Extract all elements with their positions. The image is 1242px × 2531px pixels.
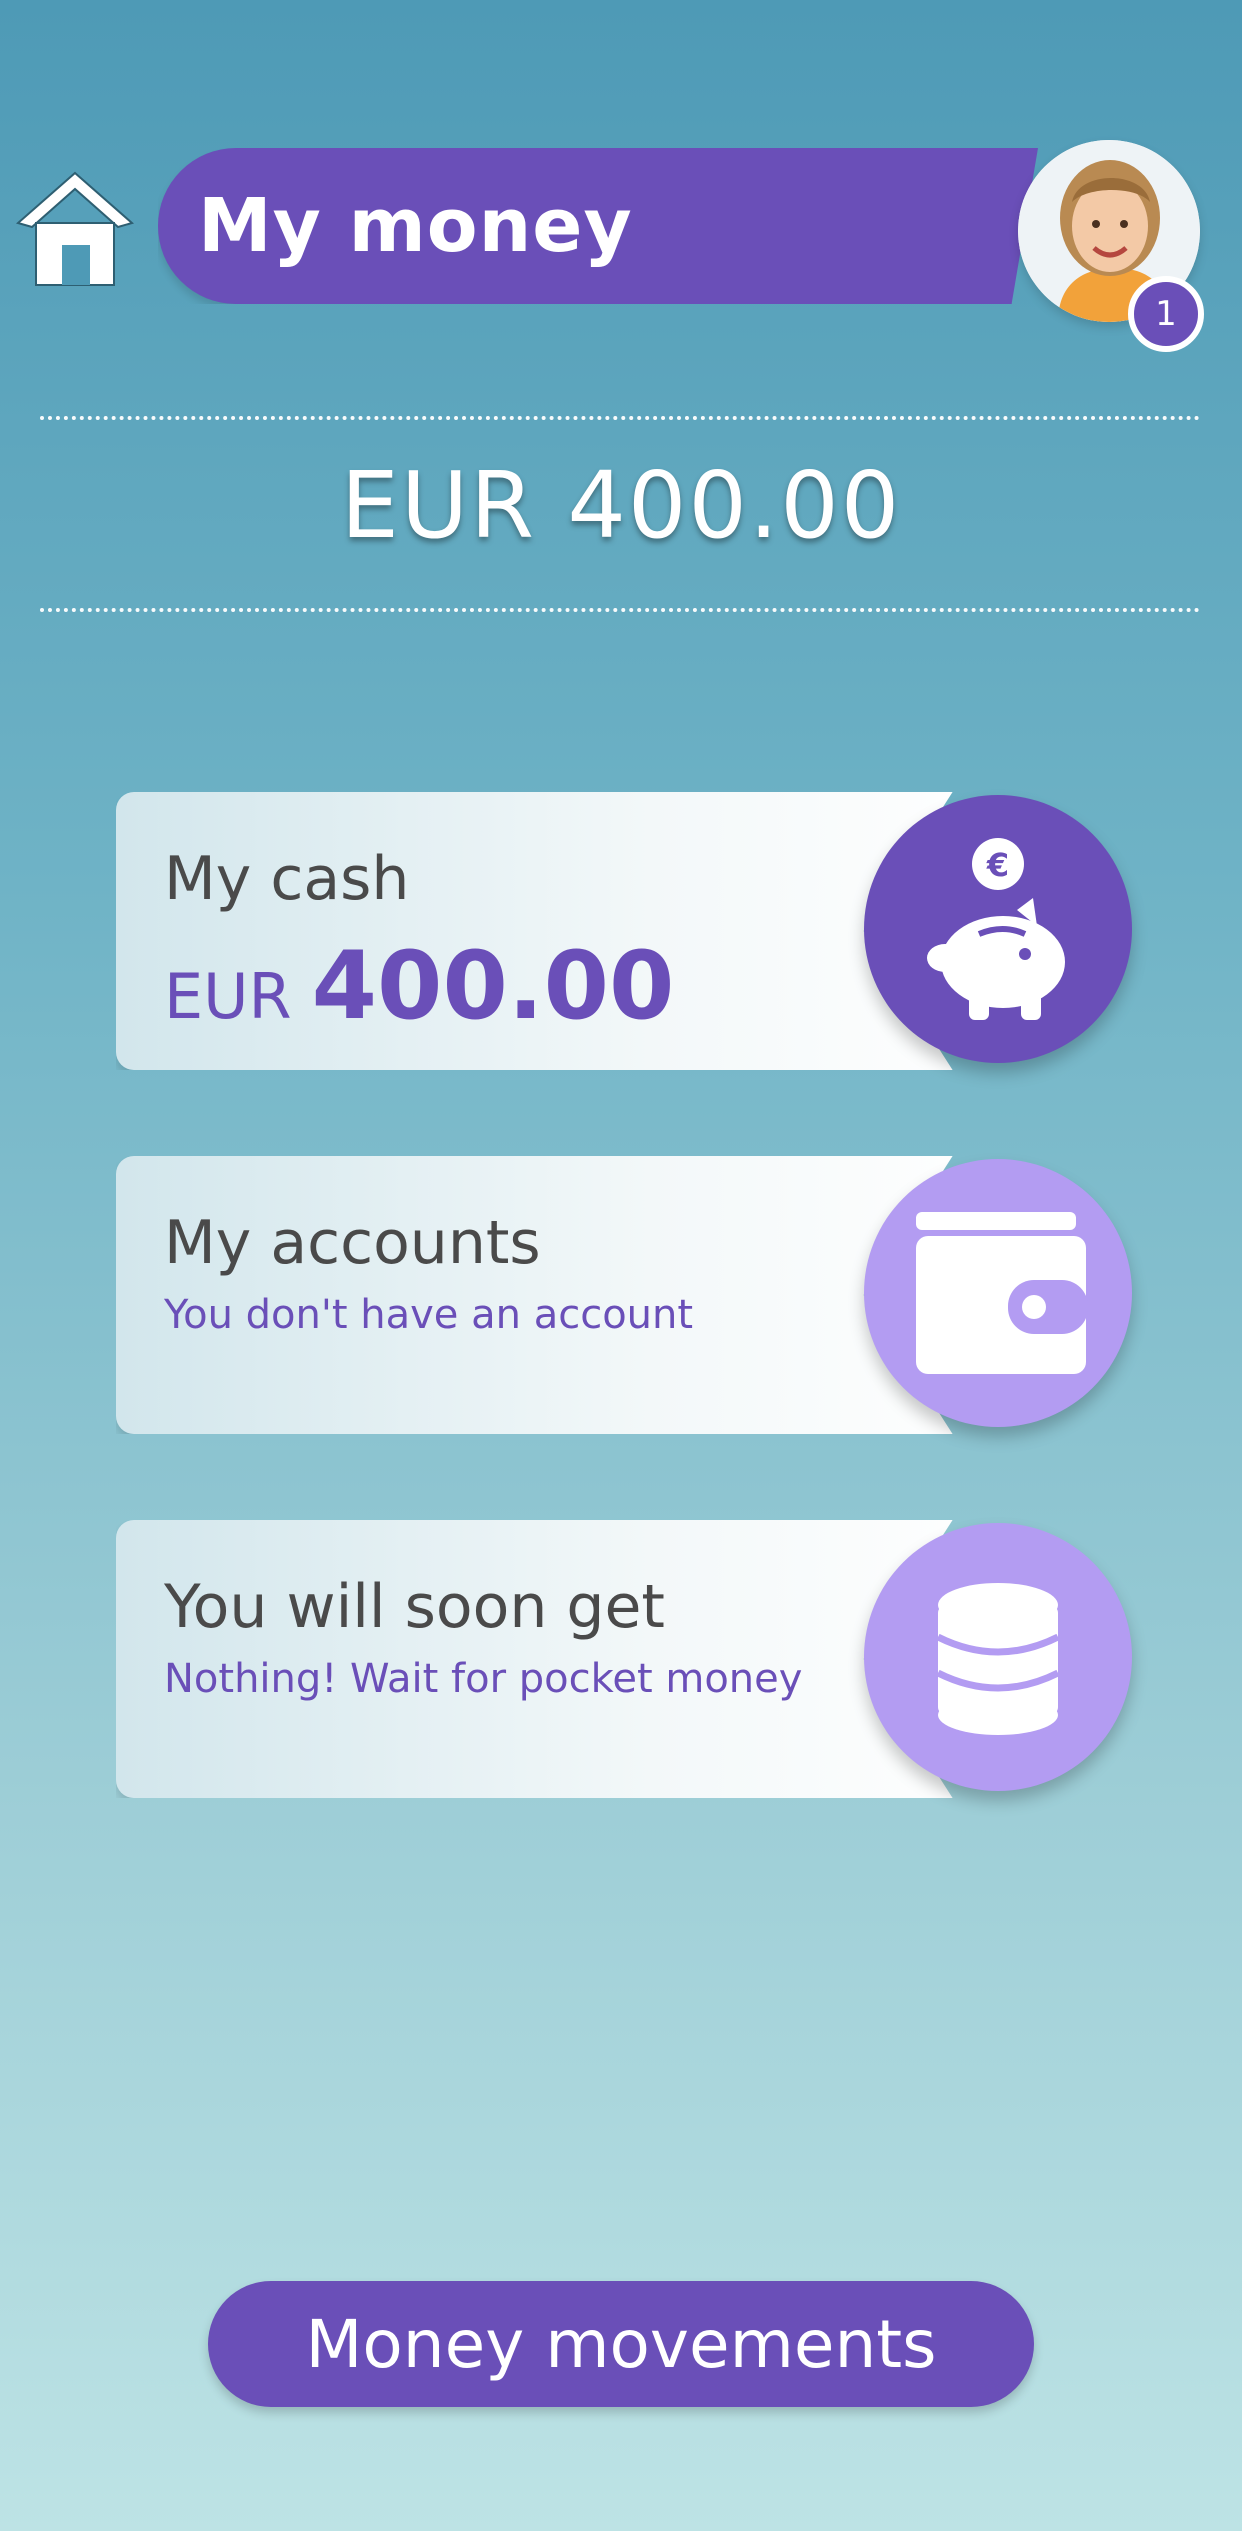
page-title-banner: My money (158, 148, 1038, 304)
card-subtitle: You don't have an account (164, 1292, 694, 1338)
cash-value: 400.00 (311, 932, 675, 1041)
page-title: My money (198, 183, 633, 269)
piggy-bank-icon: € (927, 838, 1065, 1020)
coins-stack-icon (936, 1583, 1060, 1735)
coins-button[interactable] (864, 1523, 1132, 1791)
notification-badge: 1 (1128, 276, 1204, 352)
cash-currency: EUR (164, 960, 292, 1033)
card-title: My accounts (164, 1208, 541, 1278)
card-subtitle: Nothing! Wait for pocket money (164, 1656, 803, 1702)
card-title: You will soon get (164, 1572, 665, 1642)
divider-top (40, 416, 1200, 420)
home-button[interactable] (14, 165, 136, 290)
divider-bottom (40, 608, 1200, 612)
cash-amount: EUR 400.00 (164, 932, 674, 1041)
wallet-icon (916, 1212, 1088, 1374)
card-title: My cash (164, 844, 410, 914)
piggy-bank-button[interactable]: € (864, 795, 1132, 1063)
total-balance: EUR 400.00 (340, 452, 902, 559)
euro-symbol: € (986, 846, 1009, 884)
wallet-button[interactable] (864, 1159, 1132, 1427)
money-movements-button[interactable]: Money movements (208, 2281, 1034, 2407)
home-icon (15, 171, 135, 286)
